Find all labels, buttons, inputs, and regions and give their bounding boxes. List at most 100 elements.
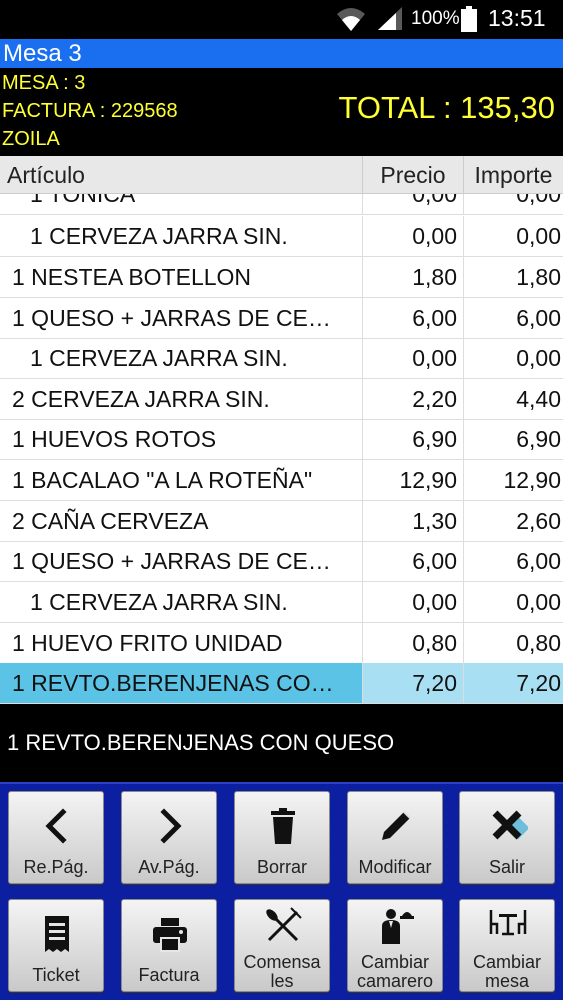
pencil-icon <box>382 811 411 840</box>
trash-icon <box>271 808 295 844</box>
row-precio: 6,90 <box>362 419 463 459</box>
printer-icon <box>153 918 187 952</box>
invoice-number: FACTURA : 229568 <box>2 100 178 122</box>
next-page-label: Av.Pág. <box>138 857 200 877</box>
table-header: Artículo Precio Importe <box>0 156 563 194</box>
diners-button[interactable]: Comensa les <box>234 899 330 992</box>
table-row[interactable]: 1 TONICA 0,00 0,00 <box>0 194 563 215</box>
row-articulo: 1 BACALAO "A LA ROTEÑA" <box>12 467 313 493</box>
row-precio: 0,00 <box>362 582 463 622</box>
delete-button[interactable]: Borrar <box>234 791 330 884</box>
row-articulo: 2 CAÑA CERVEZA <box>12 508 209 534</box>
row-articulo: 1 HUEVOS ROTOS <box>12 426 217 452</box>
invoice-button[interactable]: Factura <box>121 899 217 992</box>
chevron-right-icon <box>160 808 182 844</box>
prev-page-label: Re.Pág. <box>23 857 89 877</box>
status-bar: 100% 13:51 <box>0 0 563 38</box>
row-precio: 1,80 <box>362 257 463 297</box>
delete-label: Borrar <box>256 857 307 877</box>
table-row[interactable]: 1 CERVEZA JARRA SIN. 0,00 0,00 <box>0 216 563 257</box>
row-articulo: 1 CERVEZA JARRA SIN. <box>30 223 288 249</box>
row-precio: 6,00 <box>362 298 463 338</box>
row-articulo: 1 REVTO.BERENJENAS CO… <box>12 670 334 696</box>
wifi-icon <box>337 8 365 31</box>
change-waiter-button[interactable]: Cambiar camarero <box>347 899 443 992</box>
table-number: MESA : 3 <box>2 72 86 94</box>
row-importe: 6,00 <box>463 298 563 338</box>
row-precio: 0,80 <box>362 623 463 663</box>
table-row[interactable]: 1 NESTEA BOTELLON 1,80 1,80 <box>0 257 563 298</box>
row-precio: 0,00 <box>362 194 463 214</box>
order-header: MESA : 3 FACTURA : 229568 ZOILA TOTAL : … <box>0 68 563 156</box>
close-icon <box>492 810 528 840</box>
battery-icon <box>461 6 477 32</box>
table-row-selected[interactable]: 1 REVTO.BERENJENAS CO… 7,20 7,20 <box>0 663 563 704</box>
row-importe: 7,20 <box>463 663 563 703</box>
row-importe: 0,00 <box>463 194 563 214</box>
table-row[interactable]: 2 CERVEZA JARRA SIN. 2,20 4,40 <box>0 379 563 420</box>
waiter-icon <box>382 909 414 944</box>
row-articulo: 1 CERVEZA JARRA SIN. <box>30 345 288 371</box>
row-importe: 4,40 <box>463 379 563 419</box>
next-page-button[interactable]: Av.Pág. <box>121 791 217 884</box>
table-row[interactable]: 1 CERVEZA JARRA SIN. 0,00 0,00 <box>0 338 563 379</box>
title-bar: Mesa 3 <box>0 39 563 68</box>
order-lines-list[interactable]: 1 TONICA 0,00 0,00 1 CERVEZA JARRA SIN. … <box>0 194 563 704</box>
selected-item-text: 1 REVTO.BERENJENAS CON QUESO <box>7 730 395 755</box>
prev-page-button[interactable]: Re.Pág. <box>8 791 104 884</box>
row-precio: 1,30 <box>362 501 463 541</box>
page-title: Mesa 3 <box>3 40 82 67</box>
selected-item-description: 1 REVTO.BERENJENAS CON QUESO <box>0 704 563 782</box>
row-importe: 12,90 <box>463 460 563 500</box>
signal-icon <box>378 7 402 30</box>
table-row[interactable]: 1 BACALAO "A LA ROTEÑA" 12,90 12,90 <box>0 460 563 501</box>
exit-button[interactable]: Salir <box>459 791 555 884</box>
row-precio: 2,20 <box>362 379 463 419</box>
action-panel: Re.Pág. Av.Pág. Borrar Modificar Salir T… <box>0 782 563 1000</box>
row-importe: 1,80 <box>463 257 563 297</box>
row-importe: 0,00 <box>463 216 563 256</box>
row-precio: 7,20 <box>362 663 463 703</box>
row-articulo: 1 TONICA <box>30 194 136 207</box>
change-table-label: Cambiar mesa <box>472 952 542 991</box>
table-row[interactable]: 1 QUESO + JARRAS DE CE… 6,00 6,00 <box>0 541 563 582</box>
chevron-left-icon <box>45 808 67 844</box>
table-chairs-icon <box>489 910 527 936</box>
invoice-label: Factura <box>138 965 200 985</box>
exit-label: Salir <box>488 857 525 877</box>
column-header-articulo: Artículo <box>7 162 85 188</box>
row-importe: 0,00 <box>463 338 563 378</box>
modify-button[interactable]: Modificar <box>347 791 443 884</box>
receipt-icon <box>45 916 69 952</box>
row-importe: 6,90 <box>463 419 563 459</box>
row-importe: 2,60 <box>463 501 563 541</box>
row-articulo: 1 QUESO + JARRAS DE CE… <box>12 548 331 574</box>
table-row[interactable]: 1 HUEVO FRITO UNIDAD 0,80 0,80 <box>0 623 563 664</box>
ticket-label: Ticket <box>32 965 80 985</box>
battery-percentage: 100% <box>411 8 460 29</box>
row-articulo: 1 QUESO + JARRAS DE CE… <box>12 305 331 331</box>
row-precio: 0,00 <box>362 216 463 256</box>
waiter-name: ZOILA <box>2 128 60 150</box>
row-articulo: 1 HUEVO FRITO UNIDAD <box>12 630 283 656</box>
ticket-button[interactable]: Ticket <box>8 899 104 992</box>
modify-label: Modificar <box>358 857 432 877</box>
order-total: TOTAL : 135,30 <box>338 90 555 125</box>
table-row[interactable]: 2 CAÑA CERVEZA 1,30 2,60 <box>0 501 563 542</box>
change-waiter-label: Cambiar camarero <box>356 952 434 991</box>
table-row[interactable]: 1 HUEVOS ROTOS 6,90 6,90 <box>0 419 563 460</box>
row-articulo: 1 CERVEZA JARRA SIN. <box>30 589 288 615</box>
table-row[interactable]: 1 CERVEZA JARRA SIN. 0,00 0,00 <box>0 582 563 623</box>
row-importe: 6,00 <box>463 541 563 581</box>
table-row[interactable]: 1 QUESO + JARRAS DE CE… 6,00 6,00 <box>0 298 563 339</box>
clock: 13:51 <box>488 5 546 31</box>
change-table-button[interactable]: Cambiar mesa <box>459 899 555 992</box>
column-header-precio: Precio <box>362 156 463 194</box>
row-precio: 12,90 <box>362 460 463 500</box>
diners-label: Comensa les <box>243 952 321 991</box>
column-header-importe: Importe <box>463 156 563 194</box>
row-precio: 6,00 <box>362 541 463 581</box>
row-importe: 0,80 <box>463 623 563 663</box>
row-articulo: 2 CERVEZA JARRA SIN. <box>12 386 270 412</box>
row-articulo: 1 NESTEA BOTELLON <box>12 264 252 290</box>
